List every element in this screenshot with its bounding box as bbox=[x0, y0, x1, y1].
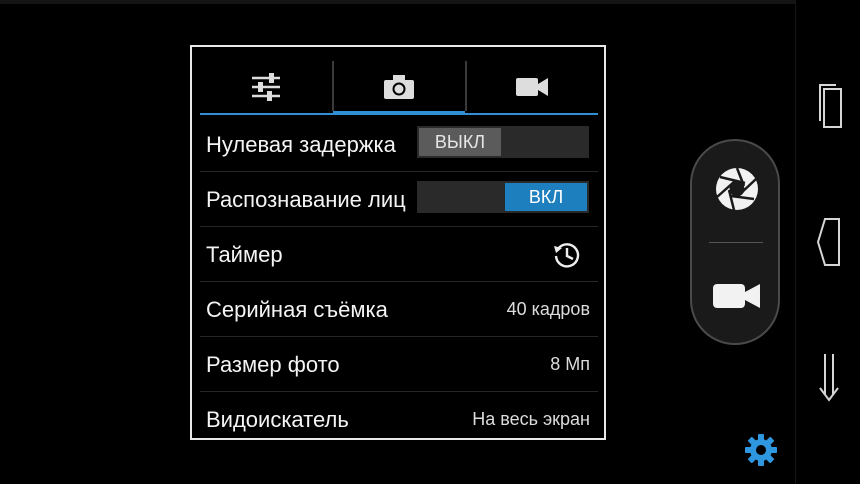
setting-value: На весь экран bbox=[472, 409, 590, 429]
timer-icon bbox=[554, 243, 580, 268]
status-strip bbox=[0, 0, 795, 4]
toggle-off-label: ВЫКЛ bbox=[419, 128, 501, 156]
setting-photo-size[interactable]: Размер фото 8 Мп bbox=[200, 337, 598, 392]
setting-label: Размер фото bbox=[206, 352, 340, 377]
tab-general-settings[interactable] bbox=[200, 59, 332, 115]
back-button[interactable] bbox=[804, 346, 854, 406]
face-detection-toggle[interactable]: ВКЛ bbox=[417, 181, 589, 213]
recent-apps-icon bbox=[819, 84, 842, 128]
settings-list: Нулевая задержка ВЫКЛ Распознавание лиц … bbox=[200, 117, 598, 447]
tab-video-settings[interactable] bbox=[466, 59, 598, 115]
video-record-button[interactable] bbox=[710, 269, 764, 323]
system-navigation-bar bbox=[795, 0, 860, 484]
sliders-icon bbox=[252, 73, 280, 101]
active-tab-indicator bbox=[333, 111, 465, 115]
setting-timer[interactable]: Таймер bbox=[200, 227, 598, 282]
setting-label: Серийная съёмка bbox=[206, 297, 388, 322]
photo-shutter-button[interactable] bbox=[710, 162, 764, 216]
camera-icon bbox=[384, 75, 414, 99]
aperture-icon bbox=[716, 167, 758, 211]
setting-label: Распознавание лиц bbox=[206, 187, 406, 212]
setting-label: Нулевая задержка bbox=[206, 132, 396, 157]
setting-value: 40 кадров bbox=[506, 299, 590, 319]
home-icon bbox=[816, 218, 840, 266]
setting-face-detection[interactable]: Распознавание лиц ВКЛ bbox=[200, 172, 598, 227]
toggle-on-label: ВКЛ bbox=[505, 183, 587, 211]
tab-photo-settings[interactable] bbox=[333, 59, 465, 115]
zero-shutter-lag-toggle[interactable]: ВЫКЛ bbox=[417, 126, 589, 158]
control-divider bbox=[709, 242, 763, 243]
setting-burst[interactable]: Серийная съёмка 40 кадров bbox=[200, 282, 598, 337]
recent-apps-button[interactable] bbox=[804, 75, 854, 135]
camera-settings-panel: Нулевая задержка ВЫКЛ Распознавание лиц … bbox=[190, 45, 606, 440]
home-button[interactable] bbox=[804, 212, 854, 272]
video-camera-icon bbox=[516, 78, 548, 96]
gear-icon[interactable] bbox=[743, 432, 779, 468]
settings-tabs bbox=[200, 59, 598, 115]
setting-label: Видоискатель bbox=[206, 407, 349, 432]
video-record-icon bbox=[713, 284, 760, 308]
back-icon bbox=[819, 354, 839, 402]
setting-viewfinder[interactable]: Видоискатель На весь экран bbox=[200, 392, 598, 447]
capture-control bbox=[690, 139, 780, 345]
setting-zero-shutter-lag[interactable]: Нулевая задержка ВЫКЛ bbox=[200, 117, 598, 172]
setting-value: 8 Мп bbox=[550, 354, 590, 374]
setting-label: Таймер bbox=[206, 242, 283, 267]
